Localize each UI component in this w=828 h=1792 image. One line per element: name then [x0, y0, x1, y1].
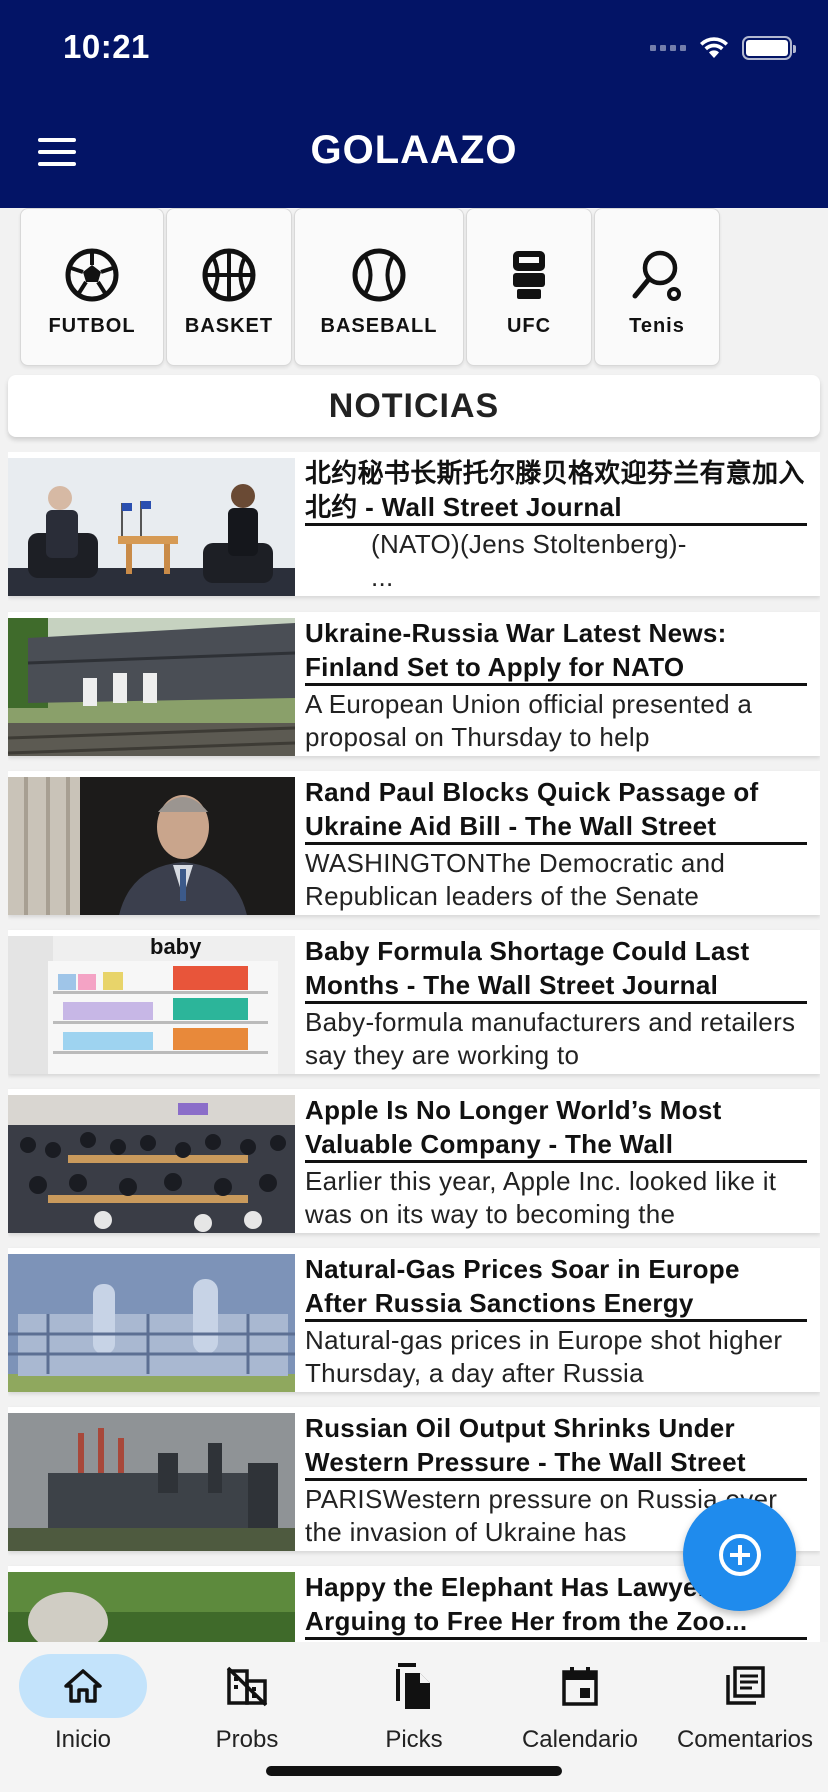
domain-disabled-icon	[226, 1666, 268, 1707]
news-text: Natural-Gas Prices Soar in Europe After …	[305, 1252, 807, 1392]
news-thumbnail: baby	[8, 936, 295, 1074]
nav-label: Inicio	[54, 1726, 112, 1753]
news-thumbnail	[8, 1095, 295, 1233]
news-list[interactable]: 北约秘书长斯托尔滕贝格欢迎芬兰有意加入北约 - Wall Street Jour…	[8, 452, 820, 1642]
news-summary: WASHINGTONThe Democratic and Republican …	[305, 848, 726, 911]
news-title: 北约秘书长斯托尔滕贝格欢迎芬兰有意加入北约 - Wall Street Jour…	[305, 456, 807, 526]
nav-label: Probs	[215, 1726, 279, 1753]
file-copy-icon	[396, 1663, 430, 1709]
nav-label: Comentarios	[676, 1726, 814, 1753]
app-title: GOLAAZO	[310, 128, 518, 172]
news-text: 北约秘书长斯托尔滕贝格欢迎芬兰有意加入北约 - Wall Street Jour…	[305, 456, 807, 596]
nav-label: Picks	[385, 1726, 443, 1753]
news-title: Rand Paul Blocks Quick Passage of Ukrain…	[305, 775, 807, 845]
app-header: 10:21 GOLAAZO	[0, 0, 828, 208]
news-summary: Earlier this year, Apple Inc. looked lik…	[305, 1166, 777, 1229]
nav-item-comentarios[interactable]: Comentarios	[662, 1642, 828, 1754]
sport-label: BASEBALL	[320, 315, 438, 337]
news-title: Ukraine-Russia War Latest News: Finland …	[305, 616, 807, 686]
news-summary: A European Union official presented a pr…	[305, 689, 753, 752]
news-item[interactable]: Natural-Gas Prices Soar in Europe After …	[8, 1248, 820, 1392]
news-title: Apple Is No Longer World’s Most Valuable…	[305, 1093, 807, 1163]
news-text: Baby Formula Shortage Could Last Months …	[305, 934, 807, 1074]
nav-item-probs[interactable]: Probs	[164, 1642, 330, 1754]
sport-card-futbol[interactable]: FUTBOL	[20, 208, 164, 366]
news-item[interactable]: baby Baby Formula Shortage Could Last Mo…	[8, 930, 820, 1074]
news-text: Rand Paul Blocks Quick Passage of Ukrain…	[305, 775, 807, 915]
battery-icon	[742, 36, 796, 60]
nav-item-calendario[interactable]: Calendario	[497, 1642, 663, 1754]
news-thumbnail	[8, 618, 295, 756]
news-summary: Natural-gas prices in Europe shot higher…	[305, 1325, 783, 1388]
soccer-ball-icon	[64, 247, 120, 303]
tennis-racket-icon	[629, 247, 685, 303]
sport-label: Tenis	[629, 315, 685, 337]
sport-card-ufc[interactable]: UFC	[466, 208, 592, 366]
nav-item-inicio[interactable]: Inicio	[0, 1642, 166, 1754]
news-title: Baby Formula Shortage Could Last Months …	[305, 934, 807, 1004]
news-item[interactable]: Ukraine-Russia War Latest News: Finland …	[8, 612, 820, 756]
home-icon	[64, 1669, 102, 1703]
basketball-icon	[201, 247, 257, 303]
add-circle-icon	[718, 1533, 761, 1576]
cellular-signal-icon	[650, 45, 686, 51]
sport-categories: FUTBOL BASKET BASEBALL UFC Tenis	[20, 208, 720, 366]
add-button[interactable]	[683, 1498, 796, 1611]
news-thumbnail	[8, 1413, 295, 1551]
news-thumbnail	[8, 1254, 295, 1392]
sport-label: UFC	[506, 315, 552, 337]
status-icons	[650, 36, 796, 60]
wifi-icon	[700, 37, 728, 58]
sport-card-basket[interactable]: BASKET	[166, 208, 292, 366]
status-time: 10:21	[63, 28, 150, 65]
news-item[interactable]: 北约秘书长斯托尔滕贝格欢迎芬兰有意加入北约 - Wall Street Jour…	[8, 452, 820, 596]
ufc-icon	[501, 247, 557, 303]
sport-label: BASKET	[184, 315, 274, 337]
news-item[interactable]: Apple Is No Longer World’s Most Valuable…	[8, 1089, 820, 1233]
news-summary: Baby-formula manufacturers and retailers…	[305, 1007, 796, 1070]
nav-label: Calendario	[521, 1726, 639, 1753]
baseball-icon	[351, 247, 407, 303]
news-thumbnail	[8, 1572, 295, 1642]
nav-item-picks[interactable]: Picks	[331, 1642, 497, 1754]
svg-text:baby: baby	[150, 936, 202, 959]
news-section-title: NOTICIAS	[8, 375, 820, 437]
news-title: Russian Oil Output Shrinks Under Western…	[305, 1411, 807, 1481]
sport-card-tenis[interactable]: Tenis	[594, 208, 720, 366]
news-summary: (NATO)(Jens Stoltenberg)- ...	[371, 529, 687, 592]
library-books-icon	[726, 1666, 765, 1705]
news-title: Natural-Gas Prices Soar in Europe After …	[305, 1252, 807, 1322]
sport-card-baseball[interactable]: BASEBALL	[294, 208, 464, 366]
news-thumbnail	[8, 777, 295, 915]
news-item[interactable]: Rand Paul Blocks Quick Passage of Ukrain…	[8, 771, 820, 915]
home-indicator[interactable]	[266, 1766, 562, 1776]
calendar-icon	[562, 1667, 598, 1706]
news-thumbnail	[8, 458, 295, 596]
news-text: Ukraine-Russia War Latest News: Finland …	[305, 616, 807, 756]
news-text: Apple Is No Longer World’s Most Valuable…	[305, 1093, 807, 1233]
sport-label: FUTBOL	[48, 315, 136, 337]
